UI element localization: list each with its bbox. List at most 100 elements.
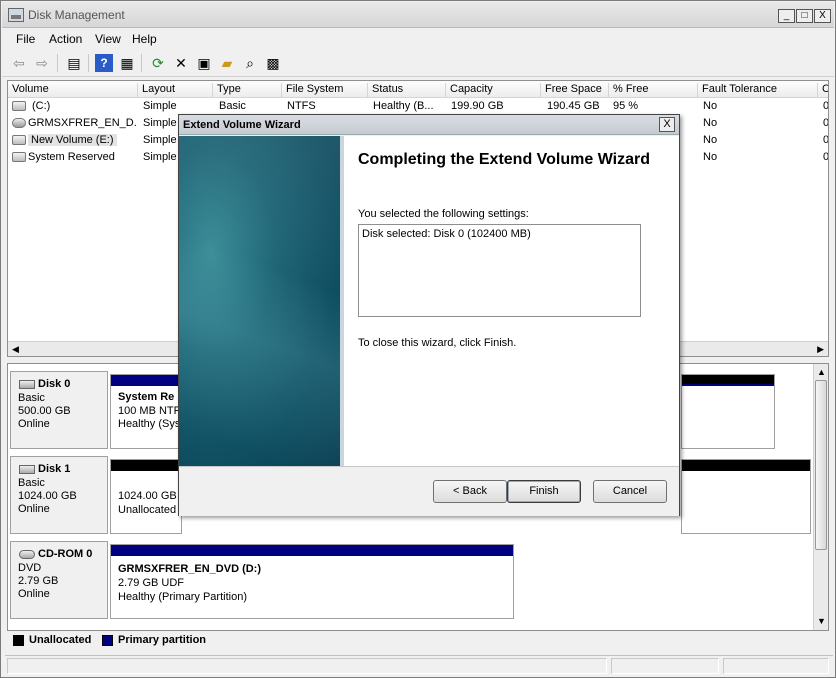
menu-help[interactable]: Help [132,32,157,46]
cell-fault-tolerance: No [703,117,718,129]
disk-type: Basic [18,392,45,404]
refresh-icon[interactable]: ⟳ [149,54,167,72]
menu-action[interactable]: Action [49,32,82,46]
settings-summary-box[interactable]: Disk selected: Disk 0 (102400 MB) [358,224,641,317]
close-hint-text: To close this wizard, click Finish. [358,337,517,349]
column-free-space[interactable]: Free Space [541,83,609,98]
cell-volume: GRMSXFRER_EN_D... [28,117,136,129]
dialog-footer: < Back Finish Cancel [179,466,679,516]
cell-overhead: 0 [823,117,829,129]
column-fault-tolerance[interactable]: Fault Tolerance [698,83,818,98]
disk-type: DVD [18,562,42,574]
volume-icon [12,152,26,162]
column-volume[interactable]: Volume [8,83,138,98]
back-button[interactable]: < Back [433,480,507,503]
column-capacity[interactable]: Capacity [446,83,541,98]
cancel-button[interactable]: Cancel [593,480,667,503]
properties-page-icon[interactable]: ▣ [195,54,213,72]
partition-dvd[interactable]: GRMSXFRER_EN_DVD (D:) 2.79 GB UDF Health… [110,544,514,619]
delete-icon[interactable]: ✕ [172,54,190,72]
cell-overhead: 0 [823,100,829,112]
menu-file[interactable]: File [16,32,35,46]
cell-layout: Simple [143,117,177,129]
properties-icon[interactable]: ▦ [118,54,136,72]
status-segment [7,658,607,674]
forward-arrow-icon[interactable]: ⇨ [33,54,51,72]
volume-icon [12,101,26,111]
partition-color-bar [682,460,810,471]
search-icon[interactable]: ⌕ [241,54,259,72]
legend-primary-swatch [102,635,113,646]
disk-1-label[interactable]: Disk 1 Basic 1024.00 GB Online [10,456,108,534]
dialog-title: Extend Volume Wizard [183,119,301,131]
scroll-left-icon[interactable]: ◀ [12,344,19,355]
partition-size: 1024.00 GB [118,490,177,502]
disk-size: 2.79 GB [18,575,59,587]
cell-fault-tolerance: No [703,100,718,112]
column-overhead[interactable]: C [818,83,828,98]
dialog-close-button[interactable]: X [659,117,675,132]
menu-bar: File Action View Help [2,29,834,49]
toolbar-separator [88,54,89,72]
close-button[interactable]: X [814,9,831,23]
scroll-down-icon[interactable]: ▼ [817,616,826,626]
partition-unallocated-right[interactable] [681,459,811,534]
scroll-right-icon[interactable]: ▶ [817,344,824,355]
minimize-button[interactable]: _ [778,9,795,23]
cell-capacity: 199.90 GB [451,100,504,112]
partition-unallocated[interactable]: 1024.00 GB Unallocated [110,459,182,534]
back-arrow-icon[interactable]: ⇦ [10,54,28,72]
wizard-banner-image [179,136,340,466]
legend: Unallocated Primary partition [7,631,829,651]
partition-system-reserved[interactable]: System Re 100 MB NTFS Healthy (Sys [110,374,188,449]
column-percent-free[interactable]: % Free [609,83,698,98]
cell-volume: (C:) [32,100,51,112]
console-tree-icon[interactable]: ▤ [65,54,83,72]
wizard-content: Completing the Extend Volume Wizard You … [340,136,679,466]
menu-view[interactable]: View [95,32,121,46]
legend-primary-label: Primary partition [118,634,207,646]
cell-layout: Simple [143,134,177,146]
partition-c-drive[interactable] [681,374,775,449]
help-icon[interactable]: ? [95,54,113,72]
vertical-scrollbar[interactable]: ▲ ▼ [813,364,828,630]
partition-name: System Re [118,391,175,403]
disk-state: Online [18,418,50,430]
toolbar: ⇦ ⇨ ▤ ? ▦ ⟳ ✕ ▣ ▰ ⌕ ▩ [2,50,834,77]
cell-free-space: 190.45 GB [547,100,600,112]
column-status[interactable]: Status [368,83,446,98]
cell-volume: New Volume (E:) [28,134,117,146]
cell-overhead: 0 [823,134,829,146]
rescan-icon[interactable]: ▩ [264,54,282,72]
partition-status: Healthy (Primary Partition) [118,591,247,603]
open-folder-icon[interactable]: ▰ [218,54,236,72]
partition-size: 2.79 GB UDF [118,577,185,589]
column-layout[interactable]: Layout [138,83,213,98]
scroll-up-icon[interactable]: ▲ [817,367,826,377]
disk-icon [19,380,35,389]
dialog-title-bar[interactable]: Extend Volume Wizard X [179,115,679,135]
cdrom-0-label[interactable]: CD-ROM 0 DVD 2.79 GB Online [10,541,108,619]
table-row[interactable]: (C:) Simple Basic NTFS Healthy (B... 199… [8,98,828,115]
status-bar [5,655,833,674]
scroll-thumb[interactable] [815,380,827,550]
disk-state: Online [18,503,50,515]
wizard-heading: Completing the Extend Volume Wizard [358,151,651,168]
cell-volume: System Reserved [28,151,115,163]
column-type[interactable]: Type [213,83,282,98]
disk-icon [19,465,35,474]
cdrom-icon [19,550,35,559]
partition-status: Healthy (Sys [118,418,181,430]
disk-name: CD-ROM 0 [38,548,93,560]
title-bar[interactable]: Disk Management _ □ X [2,2,834,28]
column-file-system[interactable]: File System [282,83,368,98]
disk-name: Disk 1 [38,463,71,475]
disk-name: Disk 0 [38,378,71,390]
disk-0-label[interactable]: Disk 0 Basic 500.00 GB Online [10,371,108,449]
maximize-button[interactable]: □ [796,9,813,23]
status-segment [611,658,719,674]
cell-percent-free: 95 % [613,100,639,112]
cell-fault-tolerance: No [703,151,718,163]
finish-button[interactable]: Finish [507,480,581,503]
volume-icon [12,135,26,145]
